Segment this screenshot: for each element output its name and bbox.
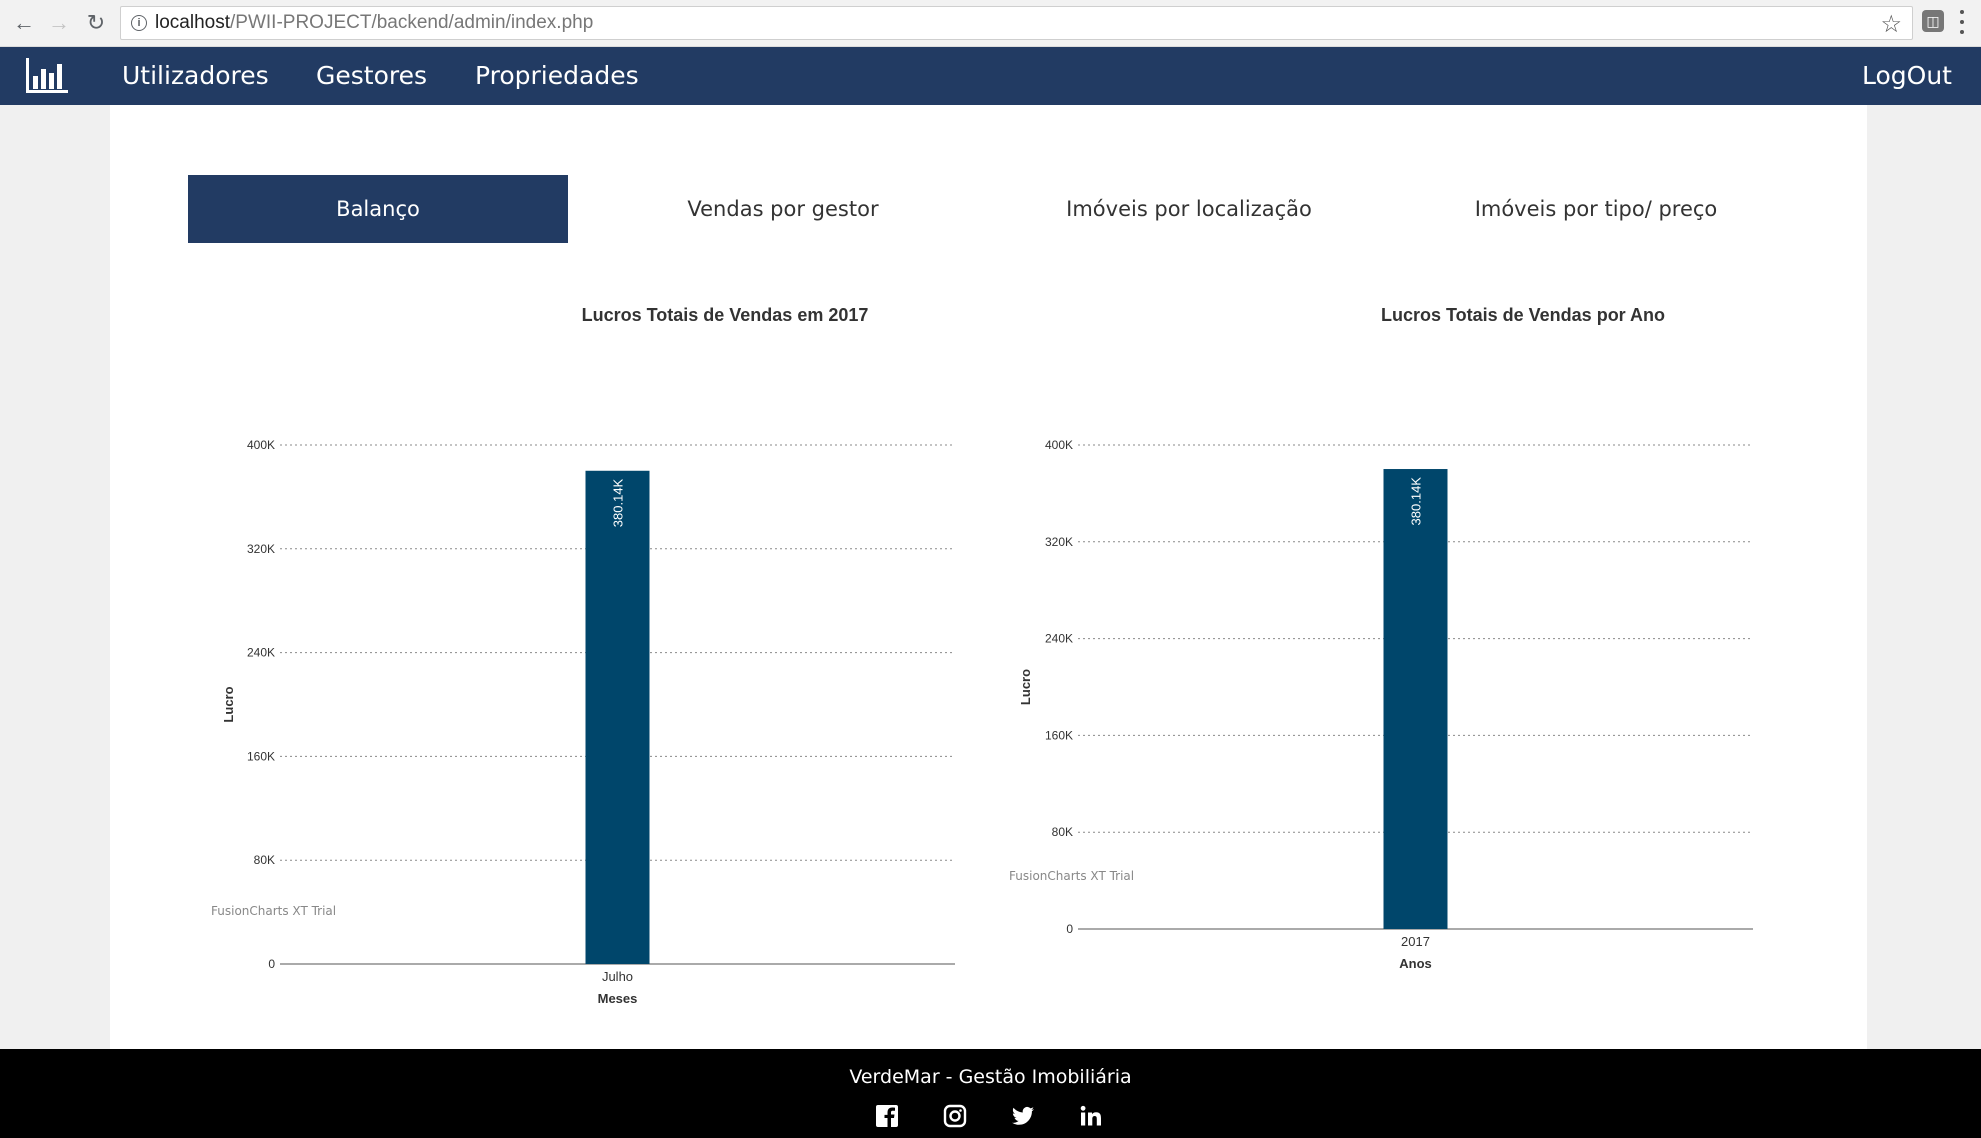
- nav-propriedades[interactable]: Propriedades: [475, 47, 639, 105]
- y-tick-label: 240K: [1045, 632, 1073, 646]
- url-text[interactable]: localhost/PWII-PROJECT/backend/admin/ind…: [155, 12, 593, 34]
- forward-icon[interactable]: →: [45, 9, 73, 37]
- linkedin-icon[interactable]: [1079, 1104, 1103, 1128]
- bar-chart-yearly: 0 80K 160K 240K 320K 400K 380.14K 2017 Anos Lucro: [1018, 438, 1753, 971]
- chart-watermark: FusionCharts XT Trial: [211, 904, 337, 918]
- url-host: localhost: [155, 12, 230, 33]
- y-tick-label: 400K: [247, 438, 275, 452]
- top-navbar: Utilizadores Gestores Propriedades LogOu…: [0, 47, 1981, 105]
- bar: [585, 470, 650, 964]
- nav-gestores[interactable]: Gestores: [316, 47, 427, 105]
- footer: VerdeMar - Gestão Imobiliária: [0, 1049, 1981, 1138]
- y-tick-label: 80K: [254, 853, 275, 867]
- instagram-icon[interactable]: [943, 1104, 967, 1128]
- y-tick-label: 160K: [247, 749, 275, 763]
- info-icon[interactable]: i: [131, 15, 147, 31]
- browser-menu-icon[interactable]: [1958, 10, 1966, 34]
- data-label: 380.14K: [611, 478, 626, 527]
- url-path: /PWII-PROJECT/backend/admin/index.php: [230, 12, 594, 33]
- chart-watermark: FusionCharts XT Trial: [1009, 869, 1135, 883]
- y-tick-label: 0: [1066, 922, 1073, 936]
- twitter-icon[interactable]: [1011, 1104, 1035, 1128]
- y-tick-label: 320K: [1045, 535, 1073, 549]
- y-axis-title: Lucro: [221, 686, 236, 722]
- x-axis-title: Anos: [1399, 956, 1432, 971]
- back-icon[interactable]: ←: [10, 9, 38, 37]
- tab-imoveis-por-tipo-preco[interactable]: Imóveis por tipo/ preço: [1406, 175, 1786, 243]
- y-tick-label: 0: [268, 957, 275, 971]
- extension-icon[interactable]: ◫: [1922, 10, 1944, 32]
- y-tick-label: 320K: [247, 542, 275, 556]
- y-tick-label: 240K: [247, 646, 275, 660]
- nav-utilizadores[interactable]: Utilizadores: [122, 47, 269, 105]
- main-content: Balanço Vendas por gestor Imóveis por lo…: [110, 105, 1867, 1049]
- y-axis-title: Lucro: [1018, 669, 1033, 705]
- y-tick-label: 400K: [1045, 438, 1073, 452]
- footer-text: VerdeMar - Gestão Imobiliária: [849, 1066, 1132, 1088]
- data-label: 380.14K: [1409, 477, 1424, 526]
- facebook-icon[interactable]: [875, 1104, 899, 1128]
- bar: [1383, 469, 1448, 929]
- y-tick-label: 80K: [1052, 825, 1073, 839]
- reload-icon[interactable]: ↻: [82, 9, 110, 37]
- tab-vendas-por-gestor[interactable]: Vendas por gestor: [593, 175, 973, 243]
- browser-toolbar: ← → ↻ i localhost/PWII-PROJECT/backend/a…: [0, 0, 1981, 47]
- tab-balanco[interactable]: Balanço: [188, 175, 568, 243]
- x-axis-title: Meses: [598, 991, 638, 1006]
- address-bar[interactable]: i localhost/PWII-PROJECT/backend/admin/i…: [120, 6, 1913, 40]
- x-tick-label: Julho: [602, 969, 633, 984]
- logout-link[interactable]: LogOut: [1862, 47, 1952, 105]
- bar-chart-monthly: 0 80K 160K 240K 320K 400K 380.14K Julho Meses Luc…: [221, 438, 955, 1006]
- bookmark-star-icon[interactable]: ☆: [1880, 10, 1902, 39]
- x-tick-label: 2017: [1401, 934, 1430, 949]
- chart-title: Lucros Totais de Vendas em 2017: [581, 305, 869, 325]
- bar-chart-logo-icon[interactable]: [24, 56, 70, 96]
- tab-imoveis-por-localizacao[interactable]: Imóveis por localização: [999, 175, 1379, 243]
- y-tick-label: 160K: [1045, 728, 1073, 742]
- chart-title: Lucros Totais de Vendas por Ano: [1380, 305, 1666, 325]
